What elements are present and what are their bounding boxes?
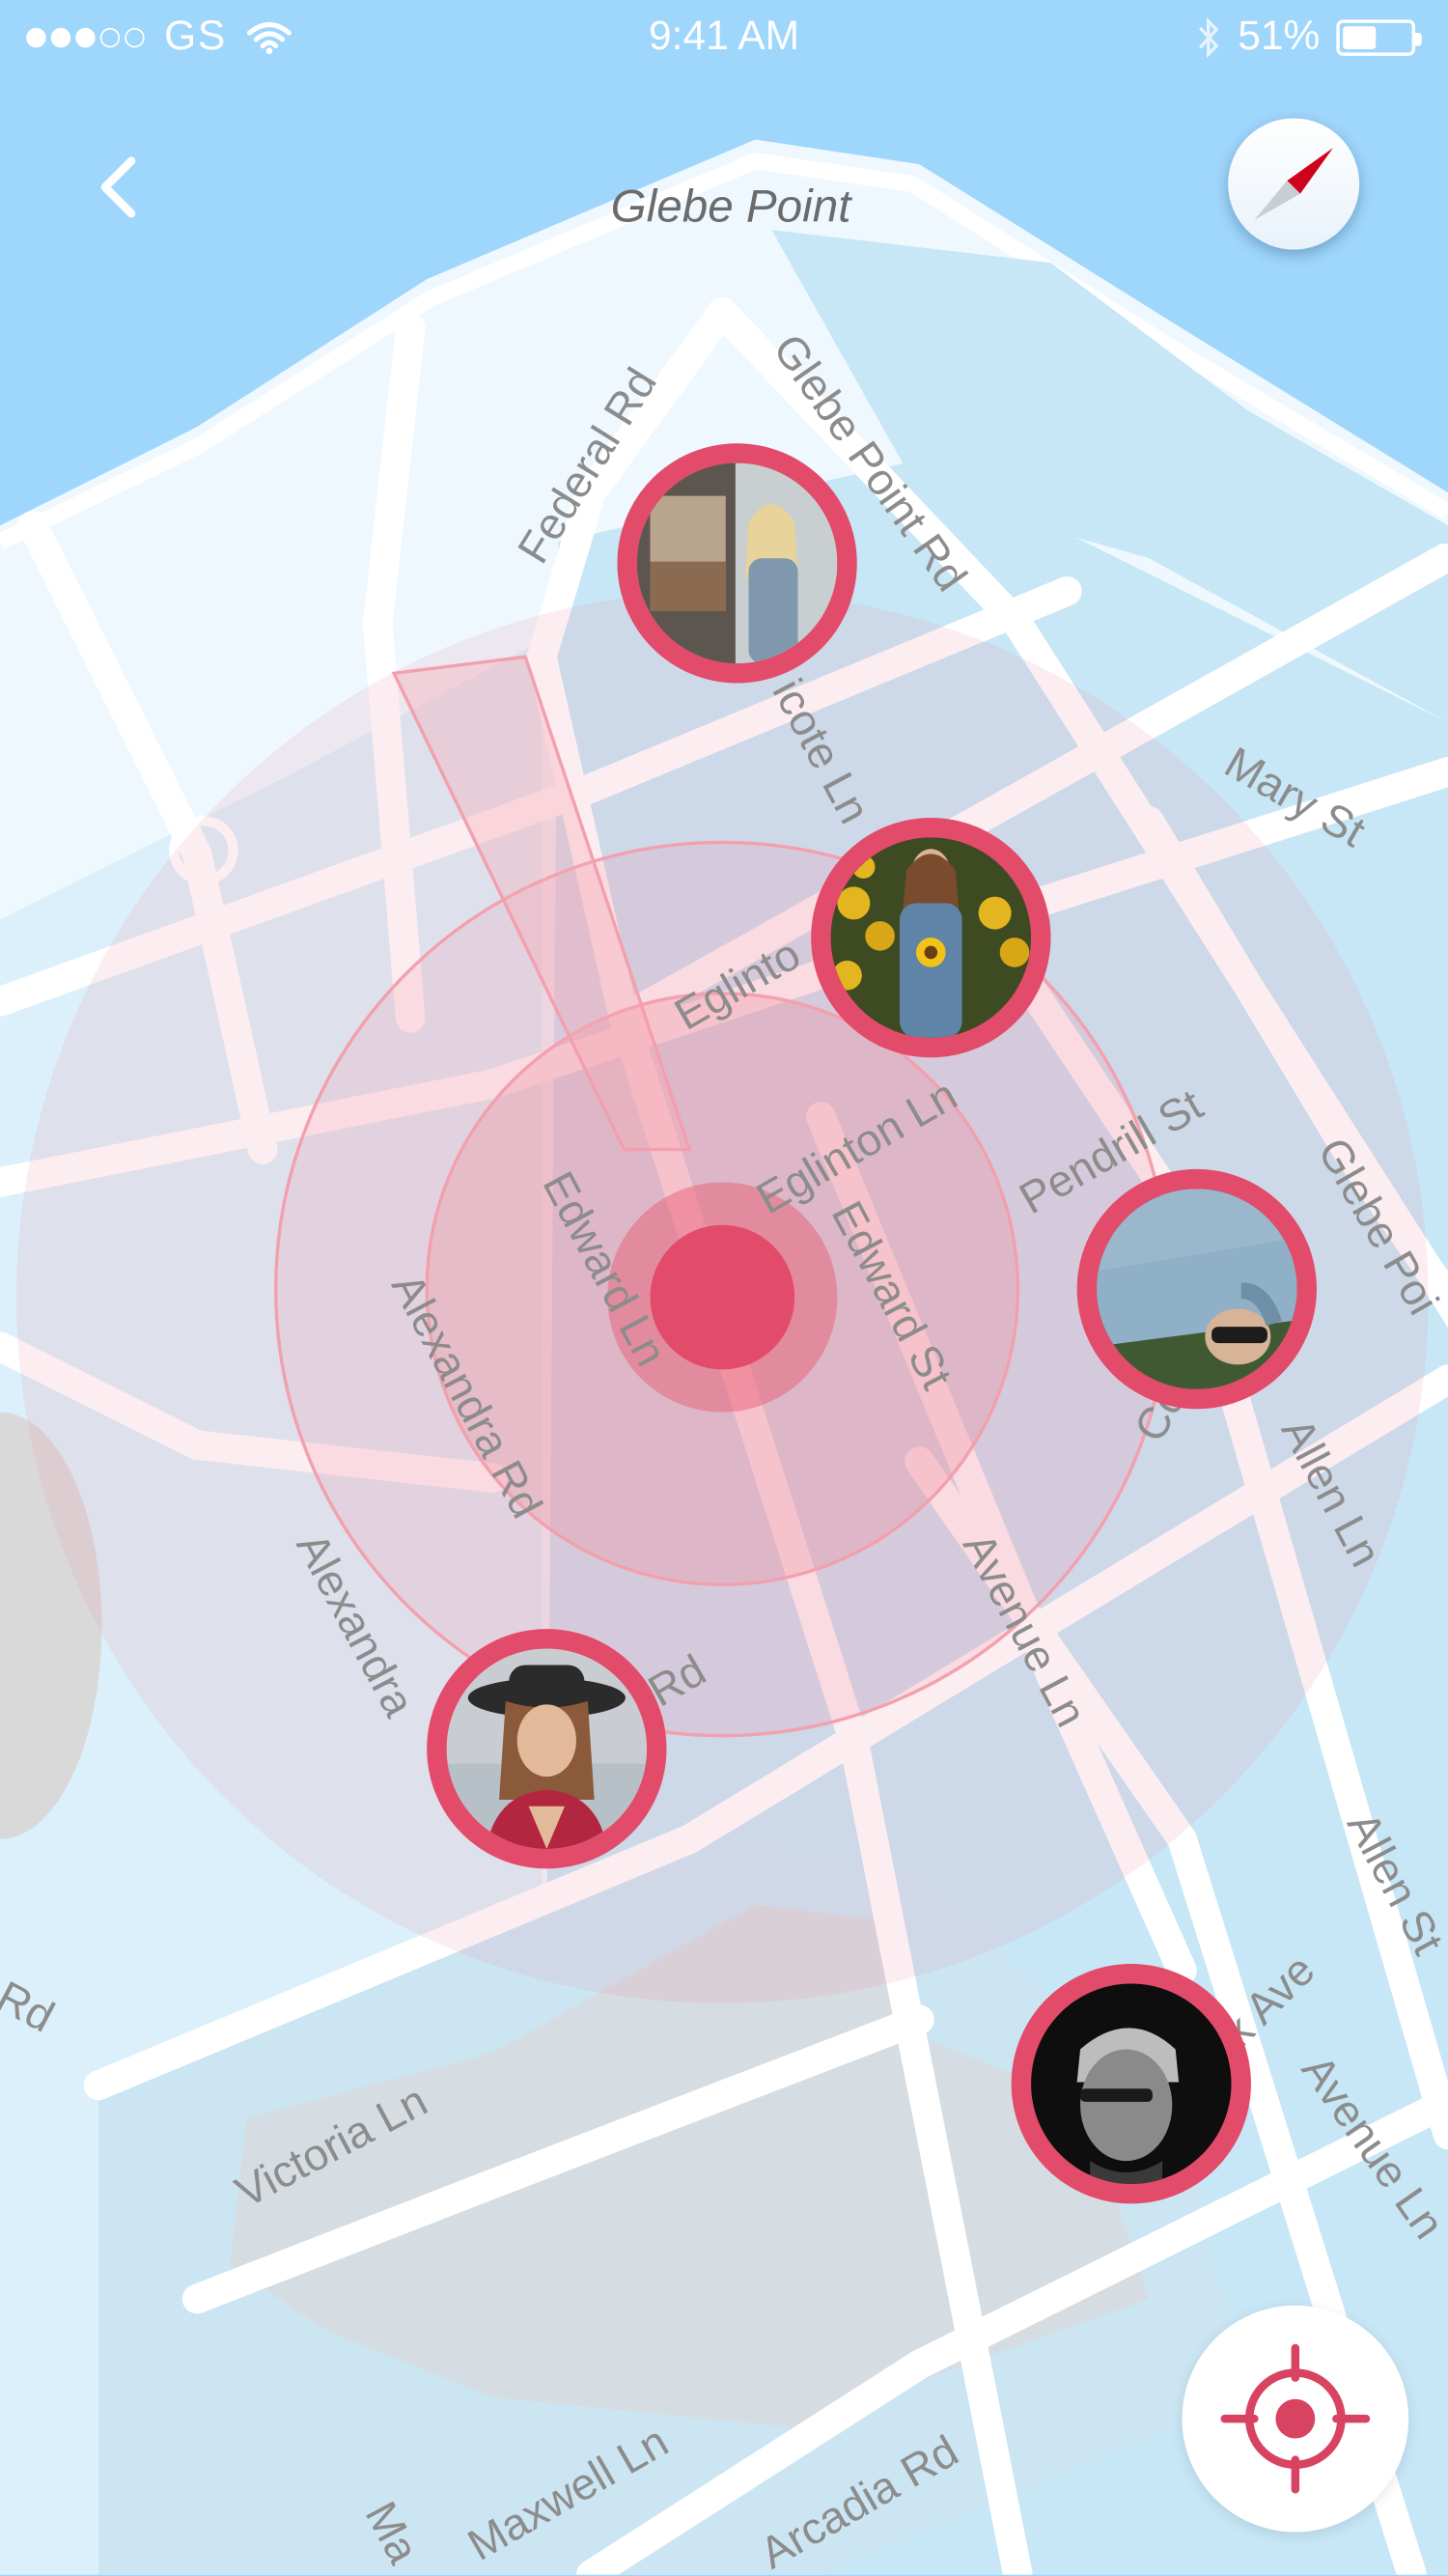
app-screen: Glebe Point Federal Rd Glebe Point Rd Ma… [0,0,1448,2575]
crosshair-icon [1220,2343,1371,2494]
battery-icon [1336,18,1422,55]
battery-level [1343,25,1377,49]
compass-icon [1254,148,1333,220]
person-pin-4[interactable] [427,1629,667,1869]
place-label: Glebe Point [611,182,853,233]
status-bar: GS 9:41 AM 51% [0,0,1448,75]
person-pin-1[interactable] [617,443,857,684]
compass-button[interactable] [1228,118,1360,250]
avatar [1097,1189,1297,1389]
avatar [1031,1983,1232,2184]
person-pin-5[interactable] [1011,1964,1251,2204]
bluetooth-icon [1198,16,1219,58]
status-right: 51% [1195,13,1422,61]
avatar [636,462,838,664]
avatar [446,1648,648,1849]
chevron-left-icon [100,156,136,218]
back-button[interactable] [72,141,164,233]
locate-me-button[interactable] [1182,2305,1409,2533]
person-pin-3[interactable] [1076,1168,1317,1410]
avatar [830,837,1032,1038]
person-pin-2[interactable] [811,817,1051,1058]
battery-percent: 51% [1238,13,1321,60]
